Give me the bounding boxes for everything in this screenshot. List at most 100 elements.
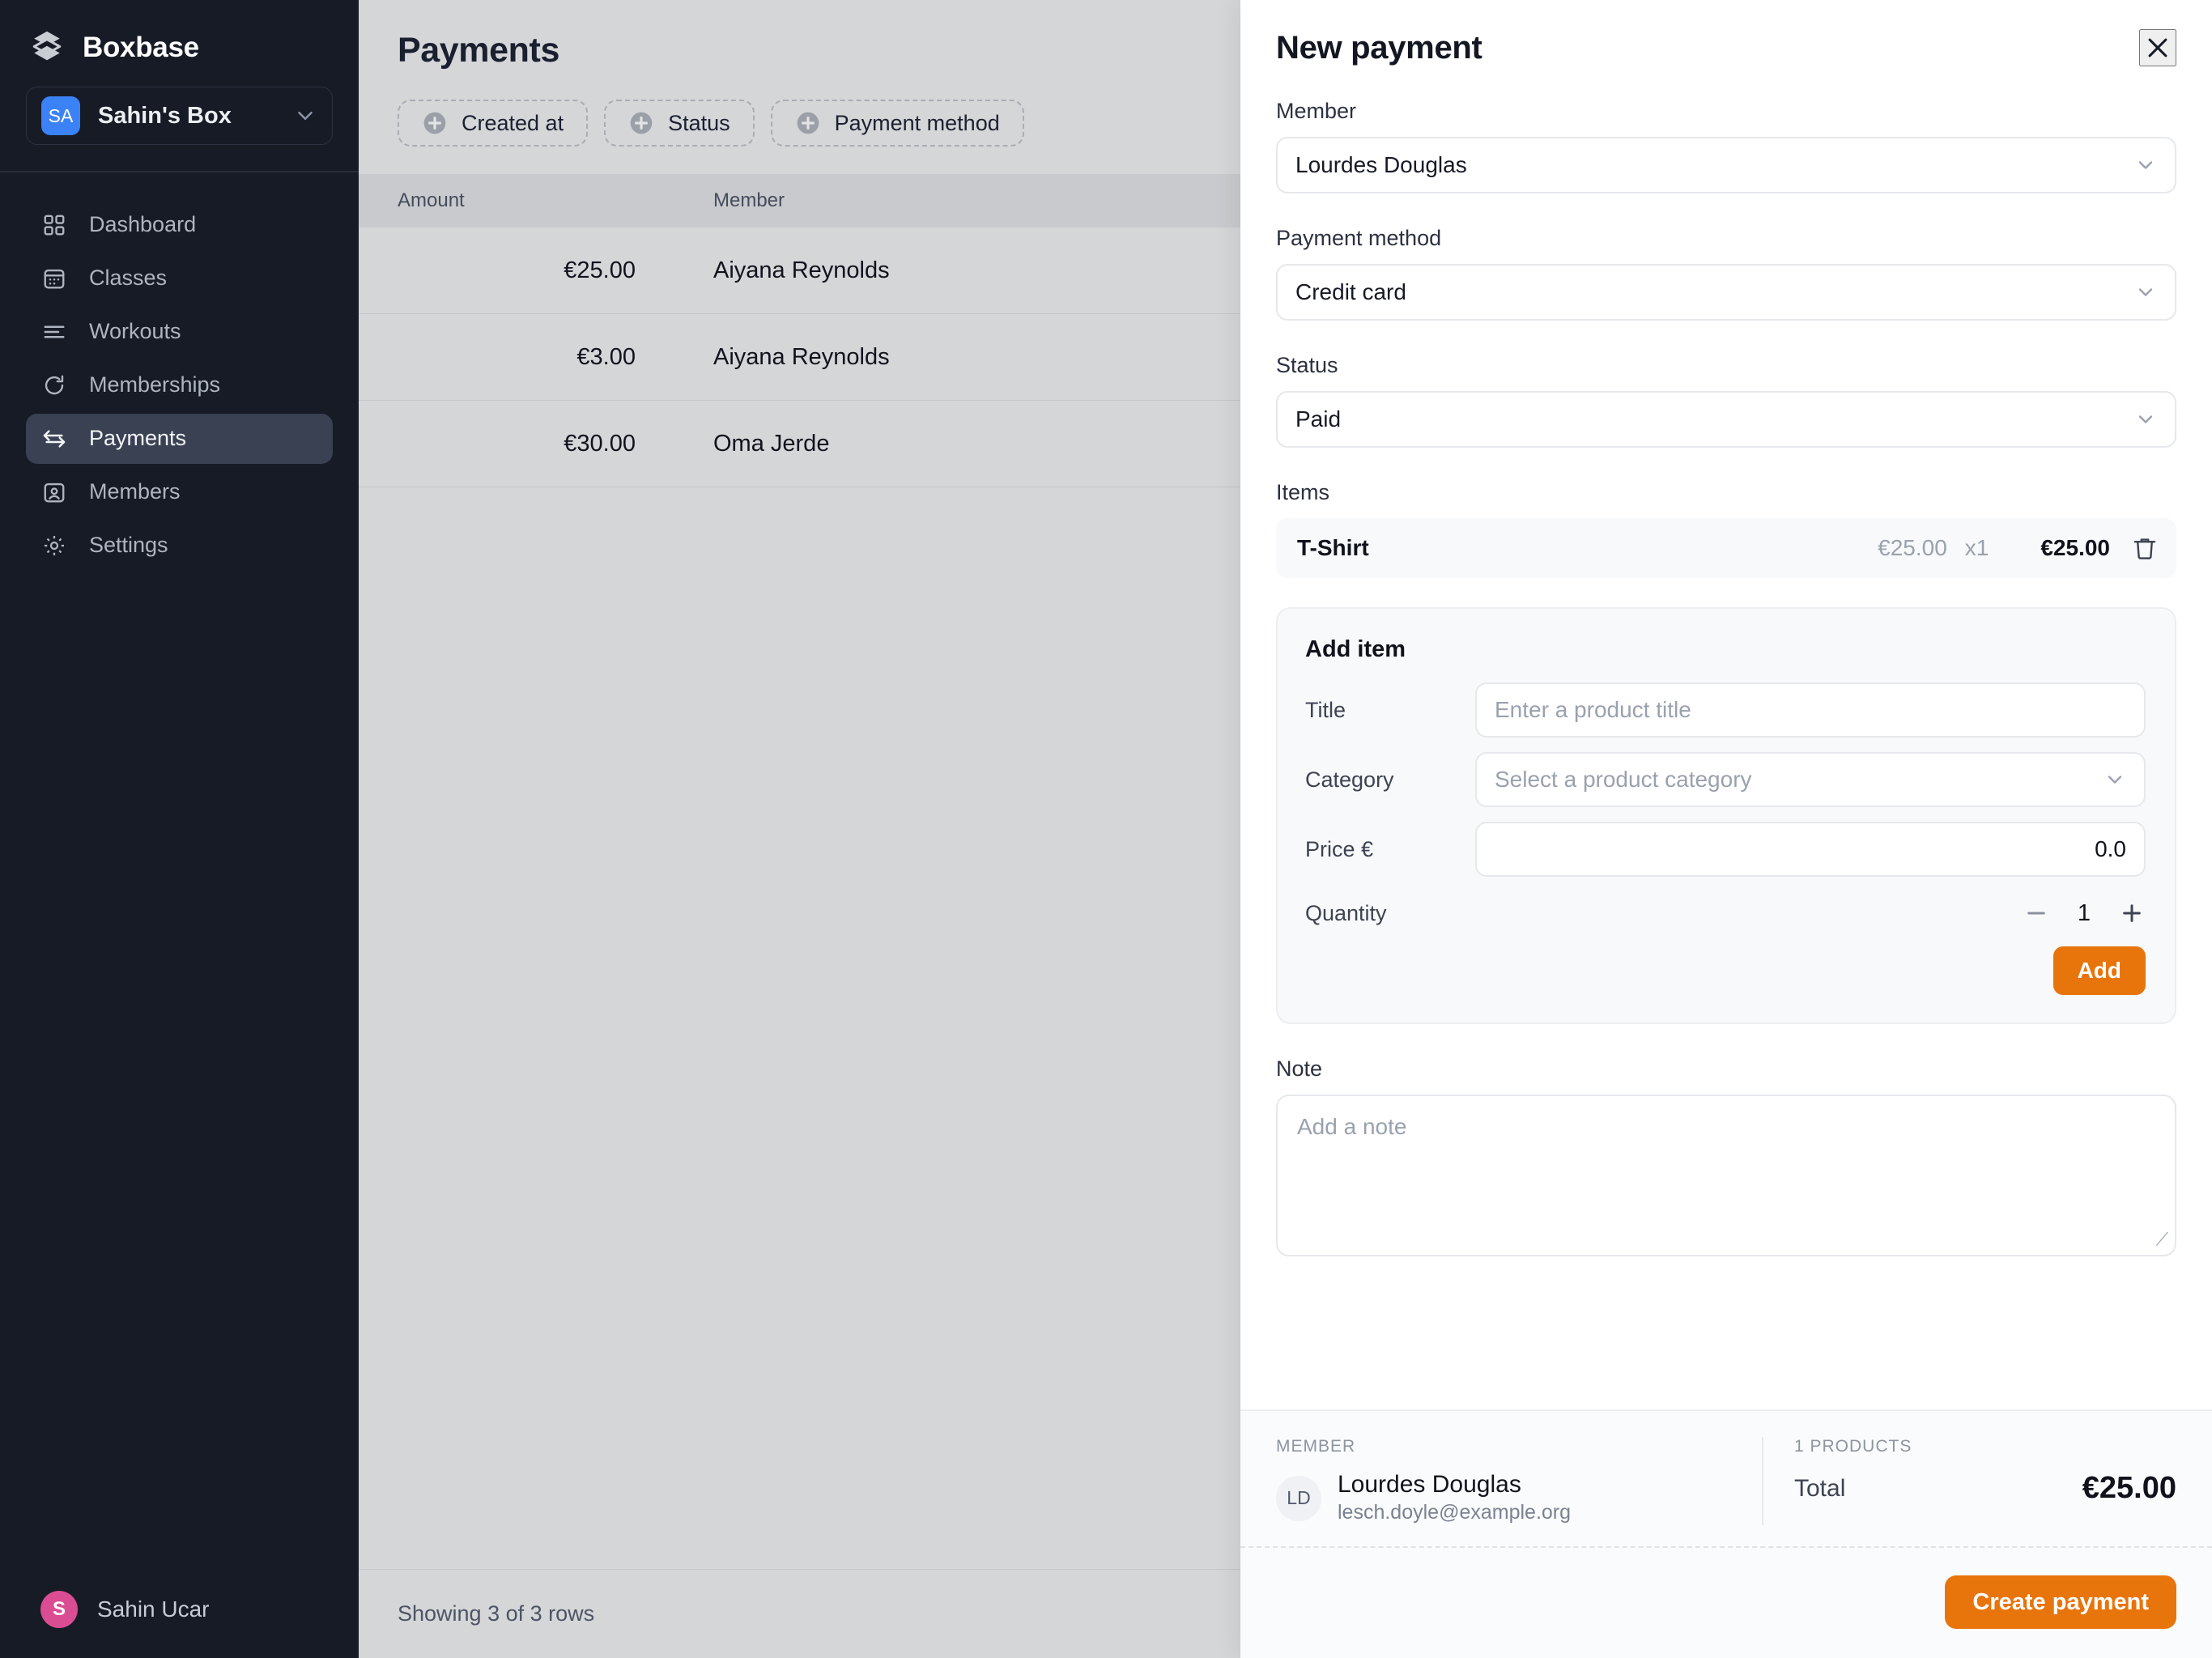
field-label: Status <box>1276 353 2176 378</box>
field-label: Payment method <box>1276 226 2176 251</box>
footer-member: LD Lourdes Douglas lesch.doyle@example.o… <box>1276 1471 1762 1525</box>
sidebar-item-label: Settings <box>89 533 168 558</box>
footer-member-text: Lourdes Douglas lesch.doyle@example.org <box>1338 1471 1571 1525</box>
sidebar: Boxbase SA Sahin's Box Dashboard Classes <box>0 0 359 1658</box>
list-item: T-Shirt €25.00 x1 €25.00 <box>1276 518 2176 578</box>
payment-method-select[interactable]: Credit card <box>1276 264 2176 321</box>
column-header-amount[interactable]: Amount <box>398 189 713 212</box>
add-item-category-control: Select a product category <box>1475 752 2146 807</box>
sidebar-item-workouts[interactable]: Workouts <box>26 307 333 357</box>
sidebar-item-classes[interactable]: Classes <box>26 253 333 304</box>
filter-chip-status[interactable]: Status <box>604 100 755 147</box>
payment-method-select-value: Credit card <box>1295 279 2134 305</box>
note-textarea[interactable]: Add a note ⟋ <box>1276 1095 2176 1256</box>
plus-circle-icon <box>795 110 821 136</box>
footer-member-block: MEMBER LD Lourdes Douglas lesch.doyle@ex… <box>1276 1437 1762 1525</box>
item-quantity: x1 <box>1965 535 1989 561</box>
cell-amount: €3.00 <box>398 344 713 371</box>
add-item-quantity-label: Quantity <box>1305 901 1475 926</box>
calendar-icon <box>40 265 68 292</box>
sidebar-item-dashboard[interactable]: Dashboard <box>26 200 333 250</box>
org-avatar: SA <box>41 96 80 135</box>
drawer-footer: MEMBER LD Lourdes Douglas lesch.doyle@ex… <box>1240 1409 2212 1658</box>
sidebar-item-label: Dashboard <box>89 212 196 237</box>
cell-amount: €30.00 <box>398 431 713 457</box>
sidebar-item-memberships[interactable]: Memberships <box>26 360 333 410</box>
chevron-down-icon <box>2134 154 2157 176</box>
add-item-panel: Add item Title Enter a product title Cat… <box>1276 607 2176 1024</box>
footer-total-value: €25.00 <box>2082 1471 2176 1506</box>
add-item-quantity-row: Quantity 1 <box>1305 899 2146 927</box>
filter-chip-label: Status <box>668 111 730 136</box>
close-icon[interactable] <box>2139 29 2176 66</box>
gear-icon <box>40 532 68 559</box>
resize-grip-icon[interactable]: ⟋ <box>2156 1229 2168 1250</box>
footer-total-row: Total €25.00 <box>1794 1471 2176 1506</box>
status-select[interactable]: Paid <box>1276 391 2176 448</box>
member-select-value: Lourdes Douglas <box>1295 152 2134 178</box>
create-payment-button[interactable]: Create payment <box>1945 1575 2176 1629</box>
drawer-footer-actions: Create payment <box>1240 1548 2212 1658</box>
sidebar-item-settings[interactable]: Settings <box>26 521 333 571</box>
grid-icon <box>40 211 68 239</box>
app-root: Boxbase SA Sahin's Box Dashboard Classes <box>0 0 2212 1658</box>
drawer-title: New payment <box>1276 30 1482 66</box>
field-label: Member <box>1276 99 2176 124</box>
sidebar-item-members[interactable]: Members <box>26 467 333 517</box>
avatar: S <box>40 1591 78 1628</box>
transfer-icon <box>40 425 68 453</box>
sidebar-user[interactable]: S Sahin Ucar <box>0 1561 359 1658</box>
footer-total-label: Total <box>1794 1475 2082 1503</box>
sidebar-user-name: Sahin Ucar <box>97 1596 210 1622</box>
drawer-header: New payment <box>1240 0 2212 66</box>
minus-icon[interactable] <box>2023 899 2050 927</box>
sidebar-item-label: Payments <box>89 426 186 451</box>
item-title: T-Shirt <box>1297 535 1878 561</box>
sidebar-item-payments[interactable]: Payments <box>26 414 333 464</box>
sidebar-nav: Dashboard Classes Workouts Memberships <box>0 172 359 571</box>
sidebar-item-label: Members <box>89 479 181 504</box>
footer-products-caption: 1 PRODUCTS <box>1794 1437 2176 1456</box>
drawer-body: Member Lourdes Douglas Payment method Cr… <box>1240 66 2212 1409</box>
sidebar-spacer <box>0 571 359 1562</box>
plus-circle-icon <box>422 110 448 136</box>
field-label: Note <box>1276 1056 2176 1082</box>
add-item-title-control: Enter a product title <box>1475 682 2146 738</box>
product-category-select[interactable]: Select a product category <box>1475 752 2146 807</box>
items-list: T-Shirt €25.00 x1 €25.00 <box>1276 518 2176 578</box>
plus-icon[interactable] <box>2118 899 2146 927</box>
add-item-title-row: Title Enter a product title <box>1305 682 2146 738</box>
chevron-down-icon <box>293 104 317 128</box>
note-placeholder: Add a note <box>1297 1114 1406 1139</box>
sidebar-item-label: Memberships <box>89 372 220 397</box>
footer-member-caption: MEMBER <box>1276 1437 1762 1456</box>
filter-chip-payment-method[interactable]: Payment method <box>771 100 1024 147</box>
list-icon <box>40 318 68 346</box>
field-label: Items <box>1276 480 2176 505</box>
member-select[interactable]: Lourdes Douglas <box>1276 137 2176 193</box>
trash-icon[interactable] <box>2131 534 2159 562</box>
footer-member-email: lesch.doyle@example.org <box>1338 1499 1571 1526</box>
filter-chip-label: Payment method <box>835 111 1000 136</box>
filter-chip-label: Created at <box>462 111 564 136</box>
drawer-footer-summary: MEMBER LD Lourdes Douglas lesch.doyle@ex… <box>1240 1411 2212 1546</box>
org-switcher[interactable]: SA Sahin's Box <box>26 87 333 145</box>
sidebar-item-label: Classes <box>89 266 167 291</box>
user-card-icon <box>40 478 68 506</box>
field-note: Note Add a note ⟋ <box>1276 1056 2176 1256</box>
product-title-placeholder: Enter a product title <box>1495 697 1691 723</box>
product-price-input[interactable]: 0.0 <box>1475 822 2146 877</box>
field-payment-method: Payment method Credit card <box>1276 226 2176 321</box>
quantity-stepper: 1 <box>1475 899 2146 927</box>
sidebar-item-label: Workouts <box>89 319 181 344</box>
field-items: Items T-Shirt €25.00 x1 €25.00 <box>1276 480 2176 578</box>
plus-circle-icon <box>628 110 654 136</box>
refresh-icon <box>40 372 68 399</box>
add-item-category-label: Category <box>1305 767 1475 793</box>
add-item-button[interactable]: Add <box>2053 946 2146 995</box>
org-name: Sahin's Box <box>98 103 275 130</box>
product-title-input[interactable]: Enter a product title <box>1475 682 2146 738</box>
field-status: Status Paid <box>1276 353 2176 448</box>
add-item-actions: Add <box>1305 946 2146 995</box>
filter-chip-created-at[interactable]: Created at <box>398 100 588 147</box>
